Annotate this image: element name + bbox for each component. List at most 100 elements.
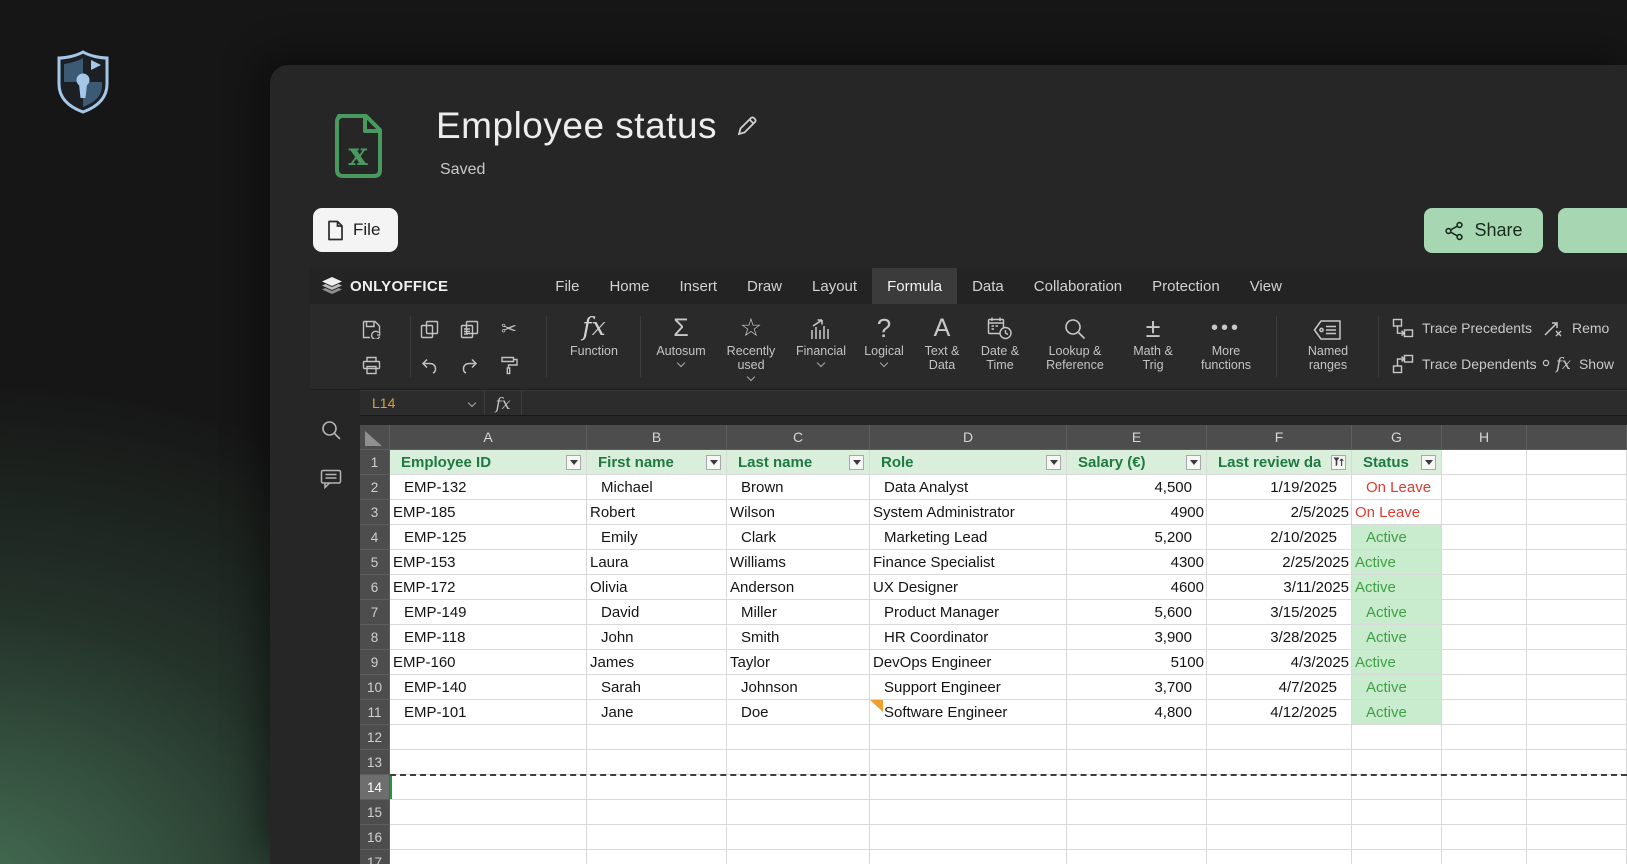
trace-dependents-button[interactable]: Trace Dependents (1392, 354, 1537, 374)
cell-B13[interactable] (587, 750, 727, 775)
cell-A11[interactable]: EMP-101 (390, 700, 587, 725)
tab-view[interactable]: View (1235, 268, 1297, 304)
formula-input[interactable] (522, 391, 1627, 415)
filter-dropdown-button[interactable] (706, 454, 721, 470)
cell-X12[interactable] (1527, 725, 1627, 750)
cell-B17[interactable] (587, 850, 727, 864)
row-header-1[interactable]: 1 (360, 450, 390, 475)
cell-A12[interactable] (390, 725, 587, 750)
row-header-17[interactable]: 17 (360, 850, 390, 864)
row-header-5[interactable]: 5 (360, 550, 390, 575)
show-formulas-button[interactable]: fx Show (1542, 354, 1614, 373)
cell-G5[interactable]: Active (1352, 550, 1442, 575)
col-header-B[interactable]: B (587, 425, 727, 450)
cell-G8[interactable]: Active (1352, 625, 1442, 650)
financial-button[interactable]: Financial (788, 311, 854, 383)
cell-D9[interactable]: DevOps Engineer (870, 650, 1067, 675)
cell-G13[interactable] (1352, 750, 1442, 775)
cell-C15[interactable] (727, 800, 870, 825)
cell-H13[interactable] (1442, 750, 1527, 775)
cell-H14[interactable] (1442, 775, 1527, 800)
recently-used-button[interactable]: ☆ Recently used (716, 311, 786, 383)
cell-G10[interactable]: Active (1352, 675, 1442, 700)
cell-C8[interactable]: Smith (727, 625, 870, 650)
cell-D14[interactable] (870, 775, 1067, 800)
tab-layout[interactable]: Layout (797, 268, 872, 304)
cell-B9[interactable]: James (587, 650, 727, 675)
cell-A1[interactable]: Employee ID (390, 450, 587, 475)
cell-C1[interactable]: Last name (727, 450, 870, 475)
text-data-button[interactable]: A Text & Data (914, 311, 970, 383)
cell-D7[interactable]: Product Manager (870, 600, 1067, 625)
cell-B4[interactable]: Emily (587, 525, 727, 550)
cell-B11[interactable]: Jane (587, 700, 727, 725)
cell-E4[interactable]: 5,200 (1067, 525, 1207, 550)
cell-G11[interactable]: Active (1352, 700, 1442, 725)
cell-C4[interactable]: Clark (727, 525, 870, 550)
cell-E15[interactable] (1067, 800, 1207, 825)
cell-X16[interactable] (1527, 825, 1627, 850)
cut-button[interactable]: ✂ (496, 316, 522, 342)
row-header-4[interactable]: 4 (360, 525, 390, 550)
cell-F12[interactable] (1207, 725, 1352, 750)
date-time-button[interactable]: Date & Time (972, 311, 1028, 383)
cell-F4[interactable]: 2/10/2025 (1207, 525, 1352, 550)
row-header-14[interactable]: 14 (360, 775, 390, 800)
filter-dropdown-button[interactable] (1046, 454, 1061, 470)
cell-H9[interactable] (1442, 650, 1527, 675)
row-header-16[interactable]: 16 (360, 825, 390, 850)
clipped-action-button[interactable] (1558, 208, 1627, 253)
cell-H7[interactable] (1442, 600, 1527, 625)
cell-D13[interactable] (870, 750, 1067, 775)
cell-G2[interactable]: On Leave (1352, 475, 1442, 500)
cell-C12[interactable] (727, 725, 870, 750)
cell-C10[interactable]: Johnson (727, 675, 870, 700)
cell-F11[interactable]: 4/12/2025 (1207, 700, 1352, 725)
insert-function-button[interactable]: fx Function (556, 311, 632, 383)
cell-A16[interactable] (390, 825, 587, 850)
cell-G17[interactable] (1352, 850, 1442, 864)
cell-D10[interactable]: Support Engineer (870, 675, 1067, 700)
cell-X4[interactable] (1527, 525, 1627, 550)
cell-G6[interactable]: Active (1352, 575, 1442, 600)
cell-B7[interactable]: David (587, 600, 727, 625)
cell-E14[interactable] (1067, 775, 1207, 800)
row-header-15[interactable]: 15 (360, 800, 390, 825)
cell-G7[interactable]: Active (1352, 600, 1442, 625)
cell-B6[interactable]: Olivia (587, 575, 727, 600)
rename-pencil-icon[interactable] (735, 114, 759, 138)
cell-C14[interactable] (727, 775, 870, 800)
cell-X5[interactable] (1527, 550, 1627, 575)
cell-X8[interactable] (1527, 625, 1627, 650)
cell-E9[interactable]: 5100 (1067, 650, 1207, 675)
cell-C16[interactable] (727, 825, 870, 850)
tab-protection[interactable]: Protection (1137, 268, 1235, 304)
filter-dropdown-button[interactable] (566, 454, 581, 470)
row-header-9[interactable]: 9 (360, 650, 390, 675)
cell-C17[interactable] (727, 850, 870, 864)
cell-G15[interactable] (1352, 800, 1442, 825)
cell-C3[interactable]: Wilson (727, 500, 870, 525)
math-trig-button[interactable]: ± Math & Trig (1122, 311, 1184, 383)
cell-H16[interactable] (1442, 825, 1527, 850)
row-header-6[interactable]: 6 (360, 575, 390, 600)
trace-precedents-button[interactable]: Trace Precedents (1392, 318, 1532, 338)
cell-D12[interactable] (870, 725, 1067, 750)
cell-G1[interactable]: Status (1352, 450, 1442, 475)
cell-X13[interactable] (1527, 750, 1627, 775)
save-button[interactable] (358, 316, 384, 342)
cell-B14[interactable] (587, 775, 727, 800)
col-header-F[interactable]: F (1207, 425, 1352, 450)
cell-E3[interactable]: 4900 (1067, 500, 1207, 525)
cell-X1[interactable] (1527, 450, 1627, 475)
col-header-H[interactable]: H (1442, 425, 1527, 450)
cell-F13[interactable] (1207, 750, 1352, 775)
cell-F15[interactable] (1207, 800, 1352, 825)
cell-H17[interactable] (1442, 850, 1527, 864)
cell-C11[interactable]: Doe (727, 700, 870, 725)
cell-F9[interactable]: 4/3/2025 (1207, 650, 1352, 675)
cell-A7[interactable]: EMP-149 (390, 600, 587, 625)
cell-A10[interactable]: EMP-140 (390, 675, 587, 700)
cell-X14[interactable] (1527, 775, 1627, 800)
cell-D4[interactable]: Marketing Lead (870, 525, 1067, 550)
